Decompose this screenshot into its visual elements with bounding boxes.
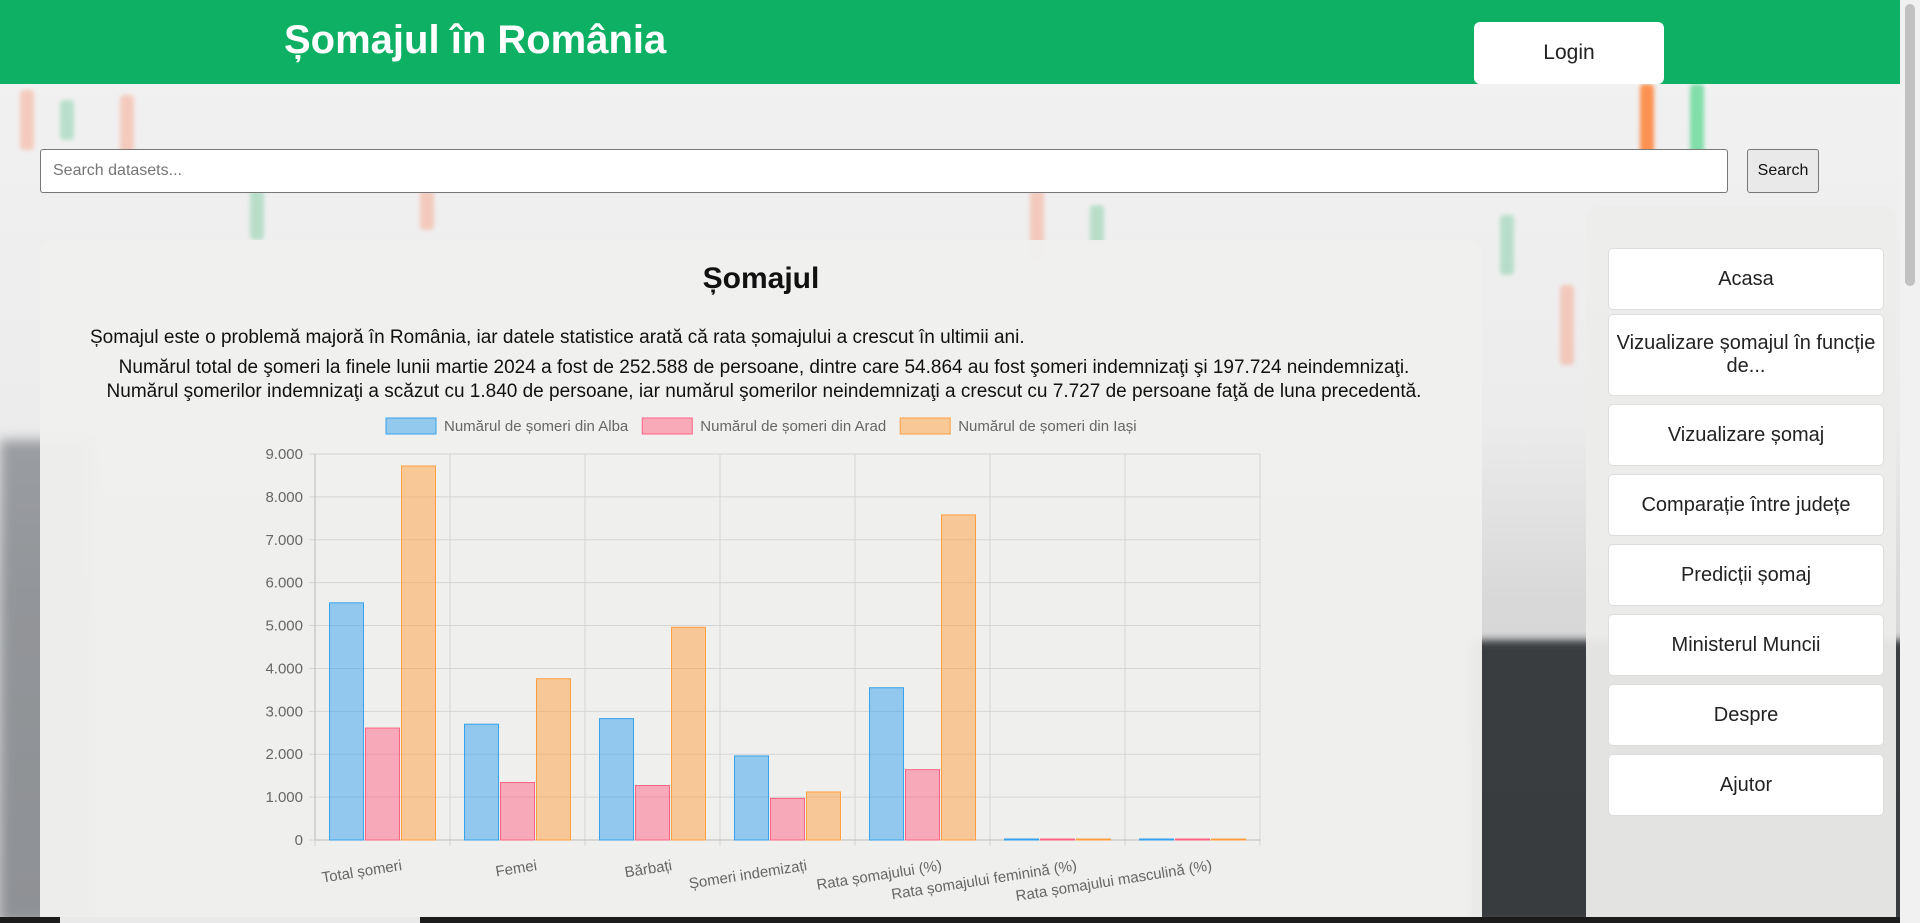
legend-swatch	[385, 417, 437, 435]
chart-container: 0 1.000 2.000 3.000 4.000 5.000 6.000 7.000 8.00…	[40, 240, 1482, 923]
y-tick-label: 5.000	[265, 618, 303, 635]
y-tick-label: 2.000	[265, 746, 303, 763]
bar	[671, 626, 706, 841]
sidebar: Acasa Vizualizare șomajul în funcție de.…	[1586, 206, 1896, 923]
bar	[635, 785, 670, 841]
bottom-strip	[0, 917, 1900, 923]
legend-swatch	[899, 417, 951, 435]
bar	[1004, 838, 1039, 841]
top-navbar: Șomajul în România Login	[0, 0, 1900, 84]
content-card: Șomajul Șomajul este o problemă majoră î…	[40, 240, 1482, 923]
sidebar-item-despre[interactable]: Despre	[1608, 684, 1884, 746]
sidebar-item-comparatie-judete[interactable]: Comparație între județe	[1608, 474, 1884, 536]
x-tick-label: Bărbați	[624, 857, 674, 881]
x-tick-label: Total șomeri	[321, 857, 404, 886]
bar	[365, 727, 400, 841]
search-button[interactable]: Search	[1747, 149, 1819, 193]
bar	[1040, 838, 1075, 841]
bar	[905, 769, 940, 841]
login-button[interactable]: Login	[1474, 22, 1664, 84]
page-scrollbar[interactable]	[1900, 0, 1920, 923]
legend-label: Numărul de șomeri din Iași	[958, 418, 1136, 435]
legend-label: Numărul de șomeri din Alba	[444, 418, 629, 435]
legend-label: Numărul de șomeri din Arad	[700, 418, 886, 435]
search-input[interactable]	[40, 149, 1728, 193]
sidebar-item-vizualizare-in-functie-de[interactable]: Vizualizare șomajul în funcție de...	[1608, 314, 1884, 396]
bar	[1175, 838, 1210, 841]
bar	[1211, 838, 1246, 841]
y-tick-label: 4.000	[265, 660, 303, 677]
sidebar-item-vizualizare-somaj[interactable]: Vizualizare șomaj	[1608, 404, 1884, 466]
sidebar-item-predictii-somaj[interactable]: Predicții șomaj	[1608, 544, 1884, 606]
x-tick-label: Șomeri indemizați	[688, 857, 808, 892]
sidebar-item-ajutor[interactable]: Ajutor	[1608, 754, 1884, 816]
bar	[1076, 838, 1111, 841]
bar	[770, 797, 805, 841]
y-tick-label: 0	[295, 832, 303, 849]
y-tick-label: 8.000	[265, 489, 303, 506]
sidebar-item-acasa[interactable]: Acasa	[1608, 248, 1884, 310]
bar	[869, 687, 904, 841]
site-title: Șomajul în România	[284, 18, 667, 62]
y-tick-label: 3.000	[265, 703, 303, 720]
y-tick-label: 6.000	[265, 575, 303, 592]
bar	[599, 718, 634, 841]
sidebar-item-ministerul-muncii[interactable]: Ministerul Muncii	[1608, 614, 1884, 676]
bar	[734, 755, 769, 841]
bar	[536, 678, 571, 841]
bar	[401, 465, 436, 841]
bar	[464, 723, 499, 841]
bar-chart: 0 1.000 2.000 3.000 4.000 5.000 6.000 7.000 8.00…	[265, 417, 1261, 905]
y-tick-label: 1.000	[265, 789, 303, 806]
bar	[1139, 838, 1174, 841]
x-tick-label: Femei	[494, 857, 538, 880]
bar	[500, 782, 535, 841]
bar	[329, 602, 364, 841]
y-tick-label: 9.000	[265, 446, 303, 463]
y-tick-label: 7.000	[265, 532, 303, 549]
bar	[806, 791, 841, 841]
scrollbar-thumb[interactable]	[1905, 4, 1915, 286]
legend-swatch	[641, 417, 693, 435]
bar	[941, 514, 976, 841]
